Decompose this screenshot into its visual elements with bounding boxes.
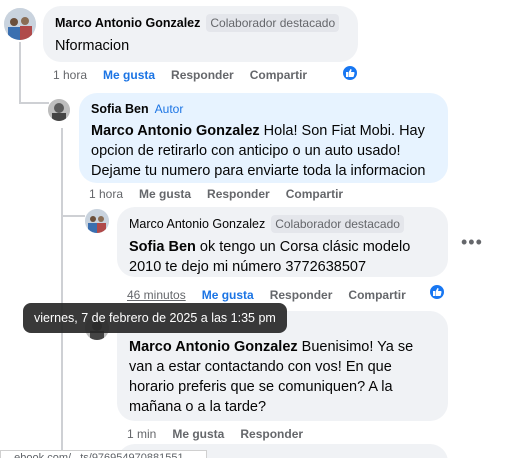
comment-text: Marco Antonio Gonzalez Hola! Son Fiat Mo…	[91, 121, 436, 181]
status-url: ...ebook.com/...ts/976954970881551...	[0, 450, 207, 458]
timestamp[interactable]: 1 hora	[89, 187, 123, 201]
author-name[interactable]: Marco Antonio Gonzalez	[55, 15, 200, 31]
timestamp[interactable]: 46 minutos	[127, 288, 186, 302]
thread-line-sub	[61, 128, 63, 458]
more-options-icon[interactable]: •••	[461, 232, 483, 253]
reply-button[interactable]: Responder	[240, 427, 303, 441]
avatar[interactable]	[48, 99, 70, 121]
thread-line-connector-2	[61, 215, 85, 217]
author-name[interactable]: Sofia Ben	[91, 101, 149, 117]
timestamp-tooltip: viernes, 7 de febrero de 2025 a las 1:35…	[23, 303, 287, 333]
contributor-badge: Colaborador destacado	[271, 215, 404, 233]
contributor-badge: Colaborador destacado	[206, 14, 340, 32]
mention-link[interactable]: Sofia Ben	[129, 239, 196, 255]
like-reaction-icon[interactable]	[341, 64, 359, 82]
timestamp[interactable]: 1 hora	[53, 68, 87, 82]
comment-actions: 1 hora Me gusta Responder Compartir	[89, 187, 343, 201]
comment-actions: 1 hora Me gusta Responder Compartir	[53, 68, 307, 82]
like-button[interactable]: Me gusta	[202, 288, 254, 302]
comment-bubble: Sofia Ben Autor Marco Antonio Gonzalez H…	[79, 93, 448, 183]
author-name[interactable]: Marco Antonio Gonzalez	[129, 216, 265, 232]
share-button[interactable]: Compartir	[250, 68, 307, 82]
comment-text: Marco Antonio Gonzalez Buenisimo! Ya se …	[129, 337, 436, 417]
comment-actions: 1 min Me gusta Responder	[127, 427, 303, 441]
reply-button[interactable]: Responder	[171, 68, 234, 82]
author-badge: Autor	[154, 102, 184, 116]
like-button[interactable]: Me gusta	[139, 187, 191, 201]
thread-line-connector	[19, 102, 49, 104]
comment-actions: 46 minutos Me gusta Responder Compartir	[127, 288, 406, 302]
like-reaction-icon[interactable]	[428, 283, 446, 301]
like-button[interactable]: Me gusta	[172, 427, 224, 441]
reply-button[interactable]: Responder	[207, 187, 270, 201]
mention-link[interactable]: Marco Antonio Gonzalez	[91, 123, 260, 139]
share-button[interactable]: Compartir	[286, 187, 343, 201]
avatar[interactable]	[4, 8, 36, 40]
avatar[interactable]	[85, 209, 109, 233]
timestamp[interactable]: 1 min	[127, 427, 156, 441]
thread-line-main	[19, 42, 21, 104]
comment-bubble: Marco Antonio Gonzalez Colaborador desta…	[43, 6, 358, 62]
comment-text: Sofia Ben ok tengo un Corsa clásic model…	[129, 237, 436, 277]
comment-text: Nformacion	[55, 38, 130, 54]
like-button[interactable]: Me gusta	[103, 68, 155, 82]
comment-bubble: Marco Antonio Gonzalez Colaborador desta…	[117, 207, 448, 277]
mention-link[interactable]: Marco Antonio Gonzalez	[129, 339, 298, 355]
share-button[interactable]: Compartir	[348, 288, 405, 302]
reply-button[interactable]: Responder	[270, 288, 333, 302]
